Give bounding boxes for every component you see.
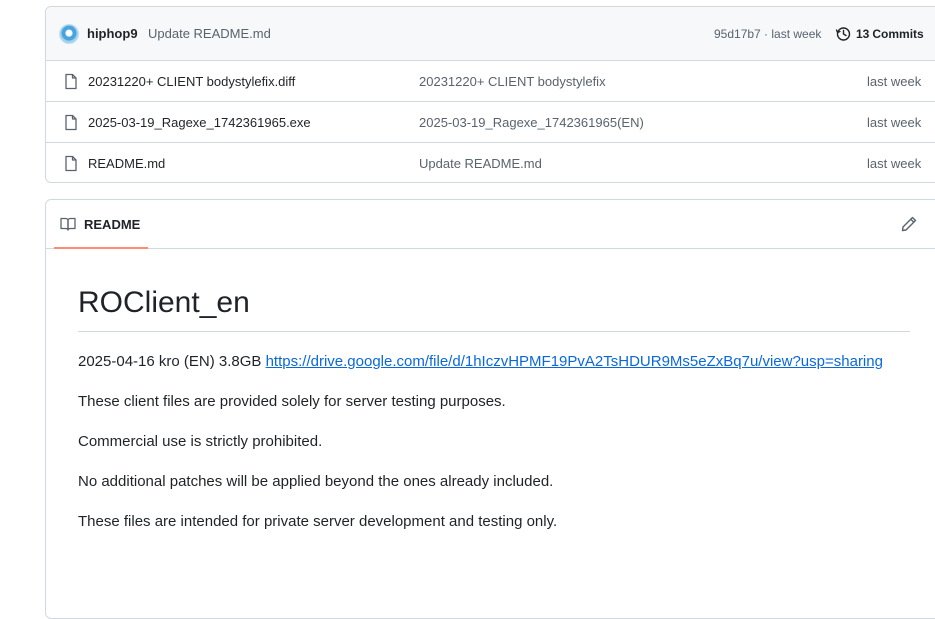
readme-content: ROClient_en 2025-04-16 kro (EN) 3.8GB ht… [78,249,910,534]
file-icon [65,73,77,90]
readme-paragraph: These client files are provided solely f… [78,393,506,410]
commits-label: Commits [872,27,924,41]
readme-header: README [46,200,935,249]
file-icon [65,155,77,172]
file-commit-message[interactable]: 2025-03-19_Ragexe_1742361965(EN) [419,115,644,130]
file-name[interactable]: 2025-03-19_Ragexe_1742361965.exe [88,115,311,130]
readme-title: ROClient_en [78,285,910,332]
avatar[interactable] [59,24,79,44]
file-row[interactable]: 20231220+ CLIENT bodystylefix.diff 20231… [46,61,935,102]
pencil-icon[interactable] [900,215,918,233]
readme-panel: README ROClient_en 2025-04-16 kro (EN) 3… [45,199,935,619]
latest-commit-bar: hiphop9 Update README.md 95d17b7 · last … [46,7,935,61]
readme-paragraph: Commercial use is strictly prohibited. [78,433,323,450]
commits-count: 13 [856,27,870,41]
commit-author[interactable]: hiphop9 [87,26,138,41]
file-age: last week [867,115,922,130]
book-icon [60,217,76,231]
commit-message[interactable]: Update README.md [148,26,271,41]
file-age: last week [867,156,922,171]
readme-download-line: 2025-04-16 kro (EN) 3.8GB https://drive.… [78,349,910,374]
file-commit-message[interactable]: 20231220+ CLIENT bodystylefix [419,74,606,89]
readme-paragraph: These files are intended for private ser… [78,513,558,530]
file-list: hiphop9 Update README.md 95d17b7 · last … [45,6,935,183]
file-name[interactable]: README.md [88,156,165,171]
readme-paragraph: No additional patches will be applied be… [78,473,554,490]
download-link[interactable]: https://drive.google.com/file/d/1hIczvHP… [266,353,883,370]
tab-readme[interactable]: README [54,200,148,248]
download-info: 2025-04-16 kro (EN) 3.8GB [78,353,266,370]
file-commit-message[interactable]: Update README.md [419,156,542,171]
commits-link[interactable]: 13 Commits [835,24,924,44]
file-row[interactable]: README.md Update README.md last week [46,143,935,182]
tab-readme-label: README [84,216,141,232]
file-row[interactable]: 2025-03-19_Ragexe_1742361965.exe 2025-03… [46,102,935,143]
commit-hash-age[interactable]: 95d17b7 · last week [714,27,821,41]
file-name[interactable]: 20231220+ CLIENT bodystylefix.diff [88,74,295,89]
file-icon [65,114,77,131]
history-icon [835,27,851,41]
file-age: last week [867,74,922,89]
